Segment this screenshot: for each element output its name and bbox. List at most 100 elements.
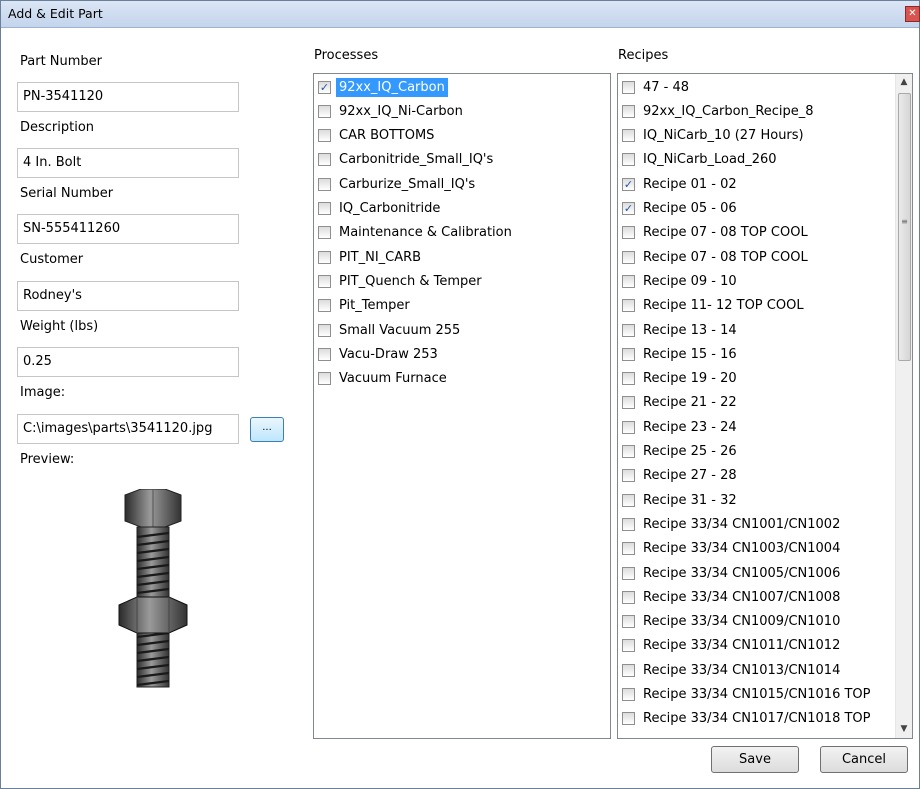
recipe-list-item[interactable]: Recipe 33/34 CN1007/CN1008 xyxy=(622,586,843,608)
checkbox[interactable] xyxy=(622,323,635,337)
recipe-item-label: Recipe 33/34 CN1015/CN1016 TOP xyxy=(643,687,871,702)
process-list-item[interactable]: PIT_NI_CARB xyxy=(318,246,424,268)
process-list-item[interactable]: Carbonitride_Small_IQ's xyxy=(318,149,496,171)
process-list-item[interactable]: ✓ 92xx_IQ_Carbon xyxy=(318,76,448,98)
checkbox[interactable] xyxy=(318,323,331,337)
browse-button[interactable]: ... xyxy=(250,417,284,442)
recipe-list-item[interactable]: Recipe 33/34 CN1009/CN1010 xyxy=(622,611,843,633)
checkbox[interactable] xyxy=(622,517,635,531)
process-list-item[interactable]: Maintenance & Calibration xyxy=(318,222,515,244)
checkbox[interactable] xyxy=(318,129,331,143)
checkbox[interactable] xyxy=(622,615,635,629)
checkbox[interactable] xyxy=(622,445,635,458)
image-path-field[interactable]: C:\images\parts\3541120.jpg xyxy=(17,414,239,444)
recipe-list-item[interactable]: 47 - 48 xyxy=(622,76,692,98)
recipe-list-item[interactable]: Recipe 27 - 28 xyxy=(622,465,740,487)
recipe-list-item[interactable]: Recipe 31 - 32 xyxy=(622,489,740,511)
checkbox[interactable] xyxy=(622,299,635,313)
recipe-list-item[interactable]: Recipe 13 - 14 xyxy=(622,319,740,341)
checkbox[interactable] xyxy=(622,347,635,361)
cancel-button[interactable]: Cancel xyxy=(820,746,908,773)
checkbox[interactable] xyxy=(622,542,635,556)
process-list-item[interactable]: CAR BOTTOMS xyxy=(318,125,437,147)
checkbox[interactable] xyxy=(318,299,331,313)
recipe-list-item[interactable]: Recipe 09 - 10 xyxy=(622,270,740,292)
title-bar[interactable]: Add & Edit Part ✕ xyxy=(1,1,920,28)
checkbox[interactable] xyxy=(622,250,635,264)
process-list-item[interactable]: IQ_Carbonitride xyxy=(318,198,443,220)
checkbox-checked[interactable]: ✓ xyxy=(622,202,635,215)
checkbox[interactable] xyxy=(318,177,331,191)
recipe-list-item[interactable]: Recipe 07 - 08 TOP COOL xyxy=(622,222,811,244)
checkbox[interactable] xyxy=(622,590,635,604)
recipes-scrollbar[interactable]: ▲ ≡ ▼ xyxy=(895,74,912,738)
recipe-list-item[interactable]: Recipe 15 - 16 xyxy=(622,343,740,365)
checkbox[interactable] xyxy=(622,104,635,118)
checkbox[interactable] xyxy=(318,347,331,361)
save-button[interactable]: Save xyxy=(711,746,799,773)
checkbox[interactable] xyxy=(622,129,635,143)
process-list-item[interactable]: Vacuum Furnace xyxy=(318,368,450,390)
checkbox[interactable] xyxy=(622,639,635,653)
process-list-item[interactable]: Small Vacuum 255 xyxy=(318,319,463,341)
checkbox[interactable] xyxy=(318,153,331,167)
processes-list[interactable]: ✓ 92xx_IQ_Carbon 92xx_IQ_Ni-Carbon CAR BOTT… xyxy=(313,73,611,739)
weight-field[interactable]: 0.25 xyxy=(17,347,239,377)
recipe-list-item[interactable]: ✓ Recipe 01 - 02 xyxy=(622,173,740,195)
checkbox[interactable] xyxy=(622,372,635,386)
recipe-list-item[interactable]: Recipe 33/34 CN1011/CN1012 xyxy=(622,635,843,657)
checkbox-checked[interactable]: ✓ xyxy=(318,80,331,94)
checkbox[interactable] xyxy=(622,493,635,507)
checkbox[interactable] xyxy=(318,372,331,386)
recipe-list-item[interactable]: Recipe 33/34 CN1017/CN1018 TOP xyxy=(622,708,873,730)
recipe-list-item[interactable]: Recipe 21 - 22 xyxy=(622,392,740,414)
checkbox[interactable] xyxy=(622,396,635,410)
recipe-list-item[interactable]: Recipe 33/34 CN1005/CN1006 xyxy=(622,562,843,584)
process-list-item[interactable]: Vacu-Draw 253 xyxy=(318,343,441,365)
recipe-list-item[interactable]: Recipe 07 - 08 TOP COOL xyxy=(622,246,811,268)
recipe-list-item[interactable]: Recipe 23 - 24 xyxy=(622,416,740,438)
scroll-down-arrow-icon[interactable]: ▼ xyxy=(896,721,912,738)
process-item-label: Pit_Temper xyxy=(339,298,410,314)
scroll-up-arrow-icon[interactable]: ▲ xyxy=(896,74,912,91)
checkbox[interactable] xyxy=(622,153,635,167)
serial-number-field[interactable]: SN-555411260 xyxy=(17,214,239,244)
process-list-item[interactable]: Carburize_Small_IQ's xyxy=(318,173,478,195)
checkbox[interactable] xyxy=(318,226,331,240)
recipe-list-item[interactable]: Recipe 33/34 CN1003/CN1004 xyxy=(622,538,843,560)
checkbox[interactable] xyxy=(622,226,635,240)
process-list-item[interactable]: PIT_Quench & Temper xyxy=(318,270,485,292)
process-list-item[interactable]: Pit_Temper xyxy=(318,295,413,317)
recipe-list-item[interactable]: IQ_NiCarb_10 (27 Hours) xyxy=(622,125,807,147)
recipe-list-item[interactable]: Recipe 33/34 CN1001/CN1002 xyxy=(622,513,843,535)
scroll-thumb[interactable]: ≡ xyxy=(898,93,911,361)
checkbox[interactable] xyxy=(622,80,635,94)
checkbox-checked[interactable]: ✓ xyxy=(622,177,635,191)
recipe-list-item[interactable]: 92xx_IQ_Carbon_Recipe_8 xyxy=(622,100,817,122)
recipes-list[interactable]: ▲ ≡ ▼ 47 - 48 92xx_IQ_Carbon_Recipe_8 IQ_N… xyxy=(617,73,913,739)
window-title: Add & Edit Part xyxy=(8,6,103,21)
checkbox[interactable] xyxy=(318,274,331,288)
recipe-list-item[interactable]: Recipe 25 - 26 xyxy=(622,441,740,463)
description-field[interactable]: 4 In. Bolt xyxy=(17,148,239,178)
recipe-list-item[interactable]: IQ_NiCarb_Load_260 xyxy=(622,149,780,171)
recipe-list-item[interactable]: Recipe 33/34 CN1015/CN1016 TOP xyxy=(622,684,873,706)
process-list-item[interactable]: 92xx_IQ_Ni-Carbon xyxy=(318,100,466,122)
checkbox[interactable] xyxy=(318,250,331,264)
close-button[interactable]: ✕ xyxy=(905,6,920,22)
checkbox[interactable] xyxy=(622,663,635,677)
customer-field[interactable]: Rodney's xyxy=(17,281,239,311)
checkbox[interactable] xyxy=(622,469,635,483)
recipe-list-item[interactable]: Recipe 19 - 20 xyxy=(622,368,740,390)
part-number-field[interactable]: PN-3541120 xyxy=(17,82,239,112)
recipe-list-item[interactable]: ✓ Recipe 05 - 06 xyxy=(622,198,740,220)
checkbox[interactable] xyxy=(622,274,635,288)
recipe-list-item[interactable]: Recipe 33/34 CN1013/CN1014 xyxy=(622,659,843,681)
checkbox[interactable] xyxy=(318,202,331,215)
checkbox[interactable] xyxy=(622,566,635,580)
recipe-list-item[interactable]: Recipe 11- 12 TOP COOL xyxy=(622,295,807,317)
checkbox[interactable] xyxy=(622,420,635,434)
checkbox[interactable] xyxy=(622,712,635,726)
checkbox[interactable] xyxy=(318,104,331,118)
checkbox[interactable] xyxy=(622,688,635,701)
